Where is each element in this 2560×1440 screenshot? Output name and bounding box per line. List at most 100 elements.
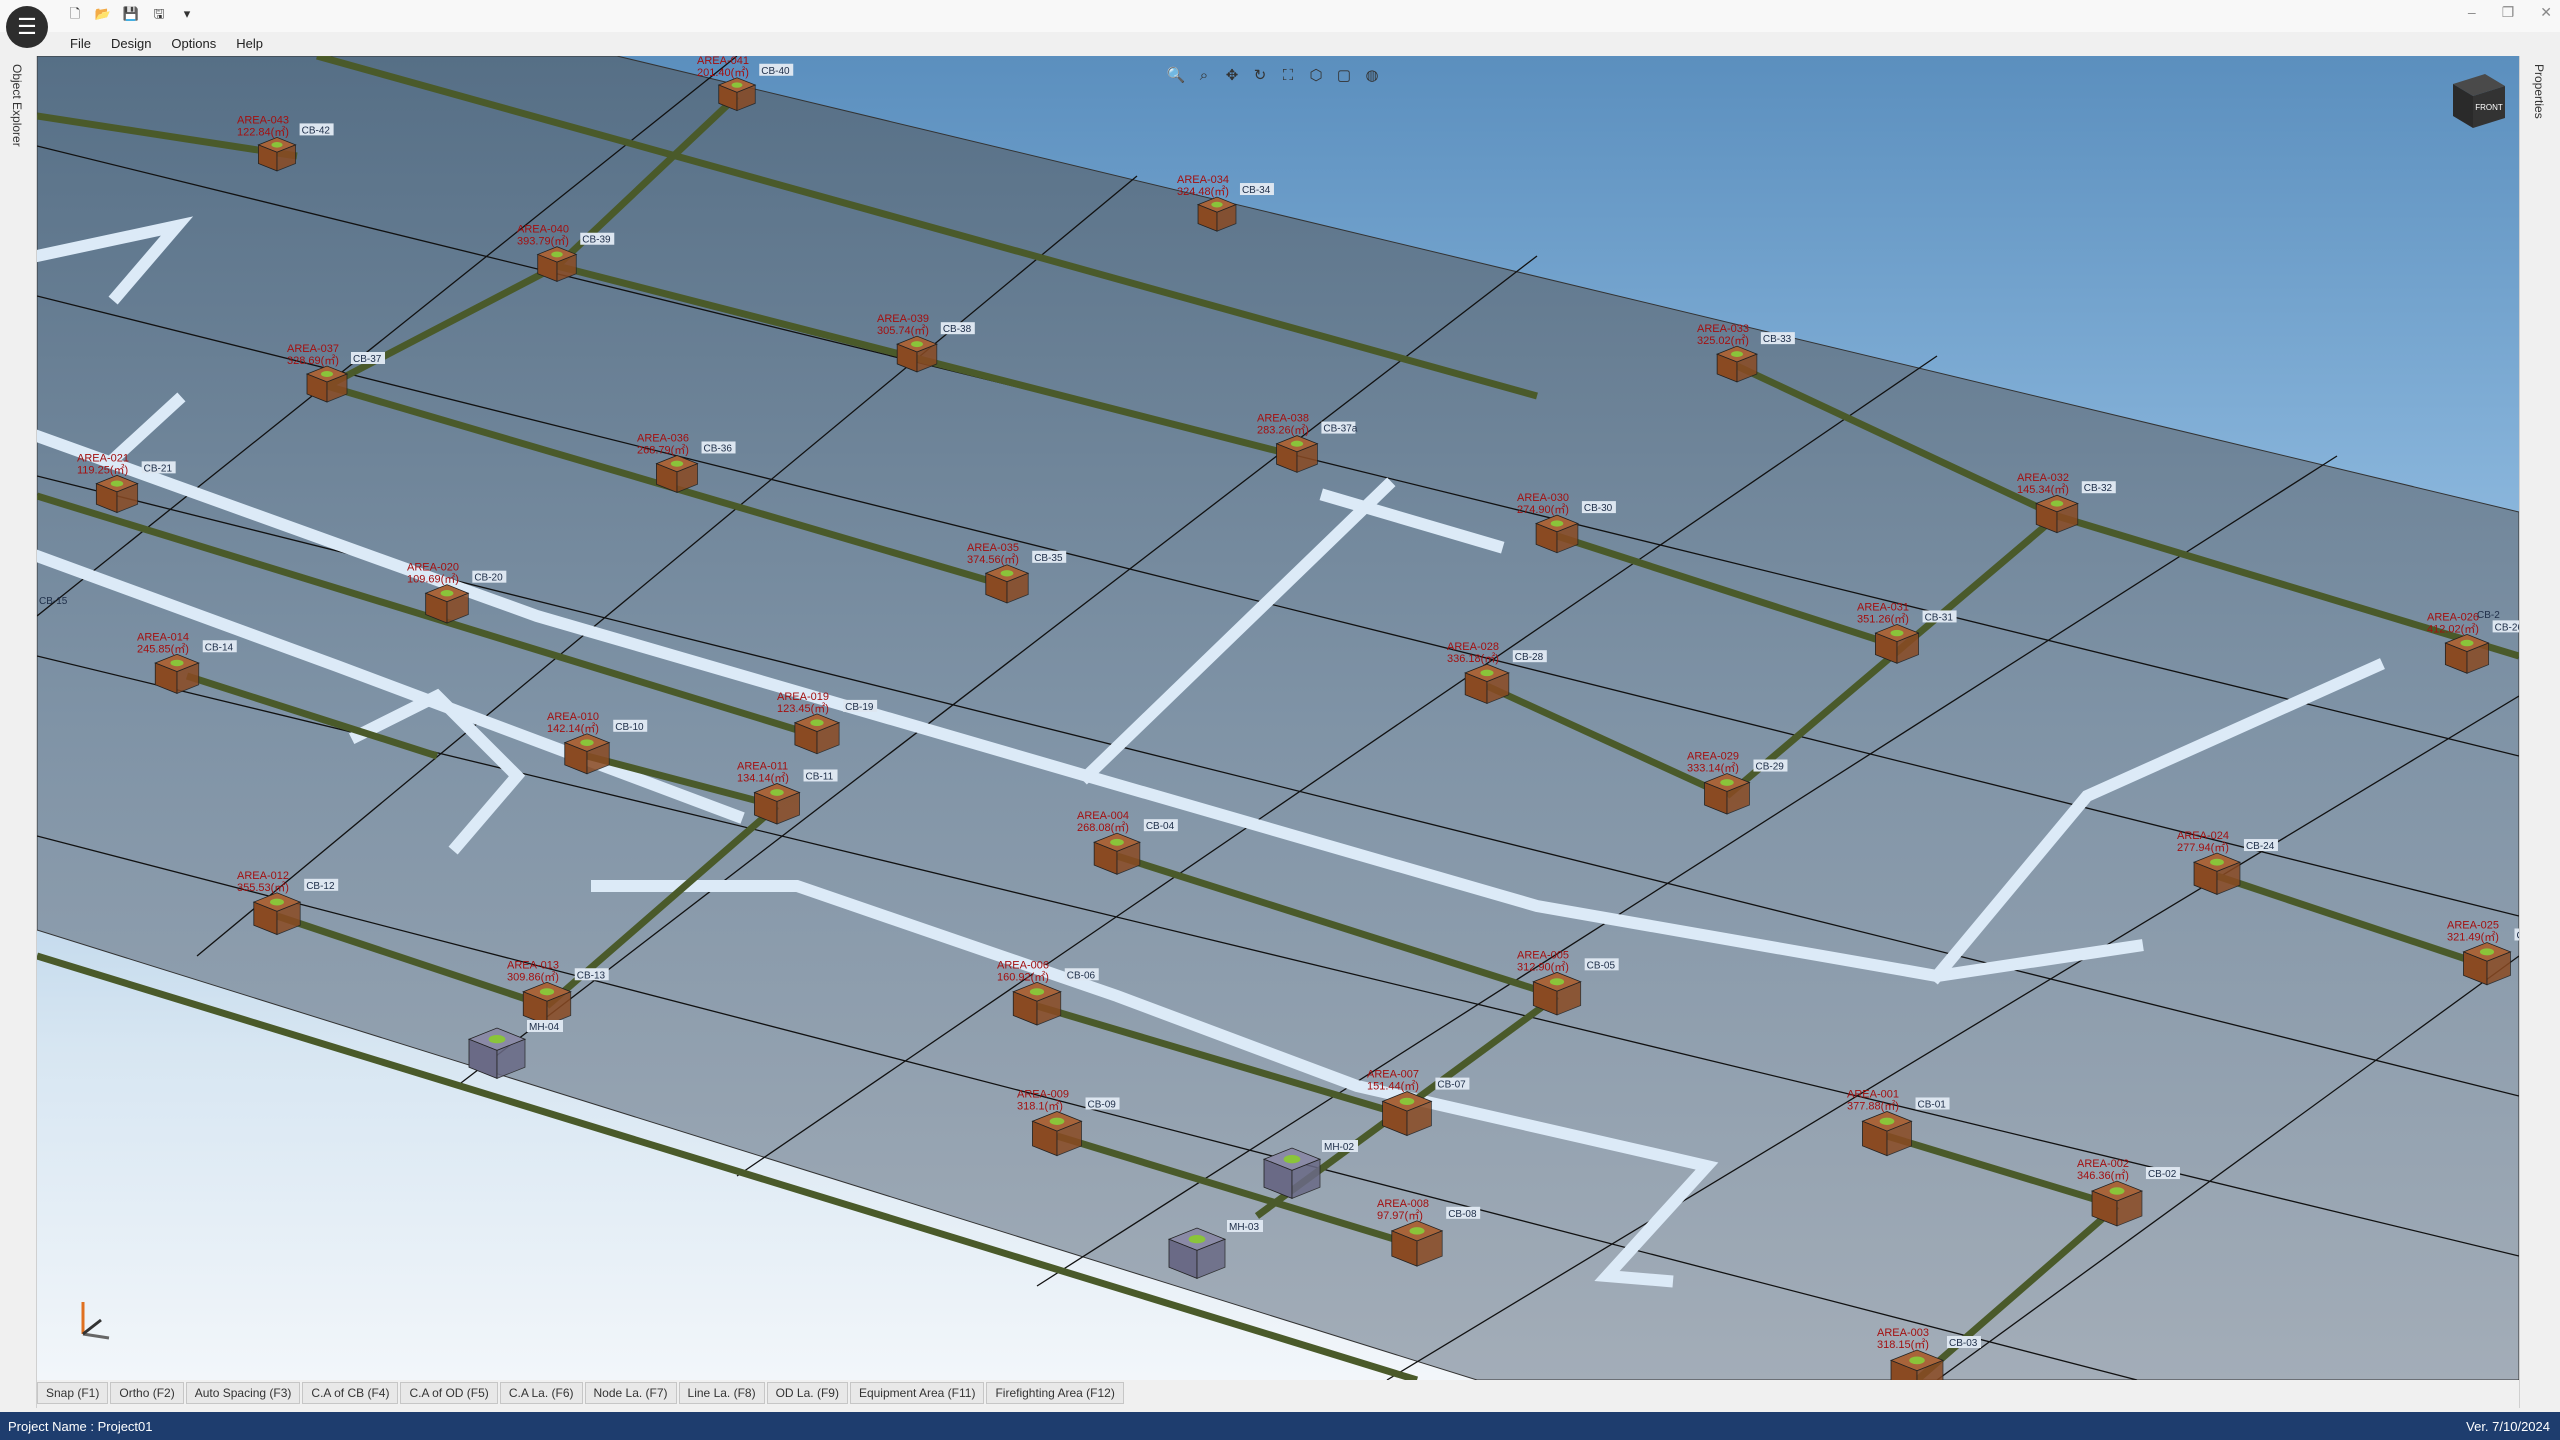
catch-basin[interactable] [1275, 435, 1319, 473]
manhole[interactable] [467, 1027, 527, 1079]
catch-basin[interactable] [1012, 981, 1062, 1026]
zoom-icon[interactable]: ⌕ [1193, 64, 1215, 86]
pan-icon[interactable]: ✥ [1221, 64, 1243, 86]
menu-options[interactable]: Options [161, 32, 226, 56]
properties-dock[interactable]: Properties [2519, 56, 2560, 1408]
minimize-button[interactable]: – [2468, 4, 2476, 21]
catch-basin[interactable] [2192, 852, 2242, 895]
catch-basin[interactable] [1031, 1111, 1083, 1157]
catch-basin[interactable] [522, 981, 572, 1026]
catch-basin[interactable] [655, 455, 699, 494]
catch-basin[interactable] [563, 733, 611, 775]
view-toolbar: 🔍 ⌕ ✥ ↻ ⛶ ⬡ ▢ ◍ [1165, 64, 1383, 86]
area-amount: 412.02(㎡) [2427, 622, 2479, 635]
object-explorer-tab[interactable]: Object Explorer [10, 64, 24, 147]
catch-basin[interactable] [305, 365, 349, 403]
catch-basin[interactable] [793, 713, 841, 755]
catch-basin[interactable] [1464, 663, 1510, 705]
save-icon[interactable]: 💾 [122, 6, 140, 22]
tab-od-la[interactable]: OD La. (F9) [766, 1382, 848, 1404]
area-amount: 336.18(㎡) [1447, 652, 1499, 665]
menu-bar: File Design Options Help [60, 32, 273, 56]
cb-id: CB-28 [1515, 652, 1544, 663]
cb-id: CB-02 [2148, 1169, 2177, 1180]
catch-basin[interactable] [1196, 196, 1238, 232]
catch-basin[interactable] [1390, 1220, 1444, 1267]
tab-node-la[interactable]: Node La. (F7) [584, 1382, 677, 1404]
area-label: AREA-031 [1857, 601, 1909, 613]
catch-basin[interactable] [1381, 1091, 1433, 1137]
tab-ca-la[interactable]: C.A La. (F6) [499, 1382, 583, 1404]
catch-basin[interactable] [984, 564, 1030, 604]
catch-basin[interactable] [1703, 773, 1751, 815]
catch-basin[interactable] [1716, 345, 1758, 383]
tab-ortho[interactable]: Ortho (F2) [110, 1382, 184, 1404]
new-file-icon[interactable]: 🗋 [66, 6, 84, 22]
area-amount: 393.79(㎡) [517, 235, 569, 248]
open-folder-icon[interactable]: 📂 [94, 6, 112, 22]
area-label: AREA-012 [237, 870, 289, 882]
tab-snap[interactable]: Snap (F1) [37, 1382, 109, 1404]
view-box-icon[interactable]: ▢ [1333, 64, 1355, 86]
menu-file[interactable]: File [60, 32, 101, 56]
catch-basin[interactable] [1535, 514, 1579, 554]
catch-basin[interactable] [1093, 832, 1141, 875]
catch-basin[interactable] [2035, 494, 2079, 534]
view-sphere-icon[interactable]: ◍ [1361, 64, 1383, 86]
zoom-extents-icon[interactable]: ⛶ [1277, 64, 1299, 86]
area-amount: 97.97(㎡) [1377, 1209, 1423, 1222]
cb-id: CB-09 [1088, 1099, 1117, 1110]
catch-basin-grate [2460, 639, 2474, 647]
tab-ca-of-cb[interactable]: C.A of CB (F4) [302, 1382, 399, 1404]
area-label: AREA-037 [287, 343, 339, 355]
view-cube[interactable]: FRONT [2447, 66, 2509, 137]
save-as-icon[interactable]: 🖫 [150, 6, 168, 22]
area-amount: 245.85(㎡) [137, 642, 189, 655]
cb-id: CB-11 [806, 771, 834, 782]
tab-equipment-area[interactable]: Equipment Area (F11) [849, 1382, 985, 1404]
catch-basin[interactable] [753, 783, 801, 825]
catch-basin[interactable] [2444, 633, 2490, 674]
rotate-icon[interactable]: ↻ [1249, 64, 1271, 86]
menu-design[interactable]: Design [101, 32, 161, 56]
app-menu-button[interactable]: ☰ [6, 6, 48, 48]
catch-basin[interactable] [252, 892, 302, 936]
catch-basin[interactable] [536, 246, 578, 283]
version-label: Ver. 7/10/2024 [2466, 1419, 2550, 1434]
maximize-button[interactable]: ❐ [2502, 4, 2515, 21]
3d-viewport[interactable]: AREA-041 201.40(㎡) CB-40 AREA-043 122.84(㎡) C… [37, 56, 2519, 1380]
catch-basin[interactable] [257, 136, 297, 172]
tab-line-la[interactable]: Line La. (F8) [678, 1382, 765, 1404]
catch-basin[interactable] [1532, 971, 1582, 1016]
area-label: AREA-004 [1077, 810, 1129, 822]
tab-ca-of-od[interactable]: C.A of OD (F5) [400, 1382, 498, 1404]
cb-id: CB-35 [1034, 553, 1063, 564]
menu-help[interactable]: Help [226, 32, 273, 56]
catch-basin-grate [1409, 1227, 1425, 1235]
cb-id: CB-33 [1763, 334, 1792, 345]
catch-basin[interactable] [717, 77, 757, 112]
area-label: AREA-030 [1517, 492, 1569, 504]
properties-tab[interactable]: Properties [2532, 64, 2546, 119]
manhole[interactable] [1167, 1227, 1227, 1279]
catch-basin[interactable] [2090, 1180, 2144, 1227]
area-amount: 318.1(㎡) [1017, 1099, 1063, 1112]
zoom-window-icon[interactable]: 🔍 [1165, 64, 1187, 86]
catch-basin[interactable] [95, 474, 139, 514]
catch-basin[interactable] [154, 653, 200, 694]
catch-basin[interactable] [424, 584, 470, 624]
catch-basin[interactable] [896, 335, 938, 373]
close-button[interactable]: ✕ [2540, 4, 2552, 21]
view-3d-icon[interactable]: ⬡ [1305, 64, 1327, 86]
area-label: AREA-035 [967, 542, 1019, 554]
catch-basin[interactable] [2462, 942, 2512, 986]
area-label: AREA-019 [777, 691, 829, 703]
tab-auto-spacing[interactable]: Auto Spacing (F3) [185, 1382, 301, 1404]
catch-basin[interactable] [1874, 624, 1920, 664]
cb-id: CB-14 [205, 642, 234, 653]
catch-basin[interactable] [1861, 1111, 1913, 1157]
customize-icon[interactable]: ▾ [178, 6, 196, 22]
manhole[interactable] [1262, 1147, 1322, 1199]
object-explorer-dock[interactable]: Object Explorer [0, 56, 37, 1408]
tab-firefighting-area[interactable]: Firefighting Area (F12) [986, 1382, 1124, 1404]
